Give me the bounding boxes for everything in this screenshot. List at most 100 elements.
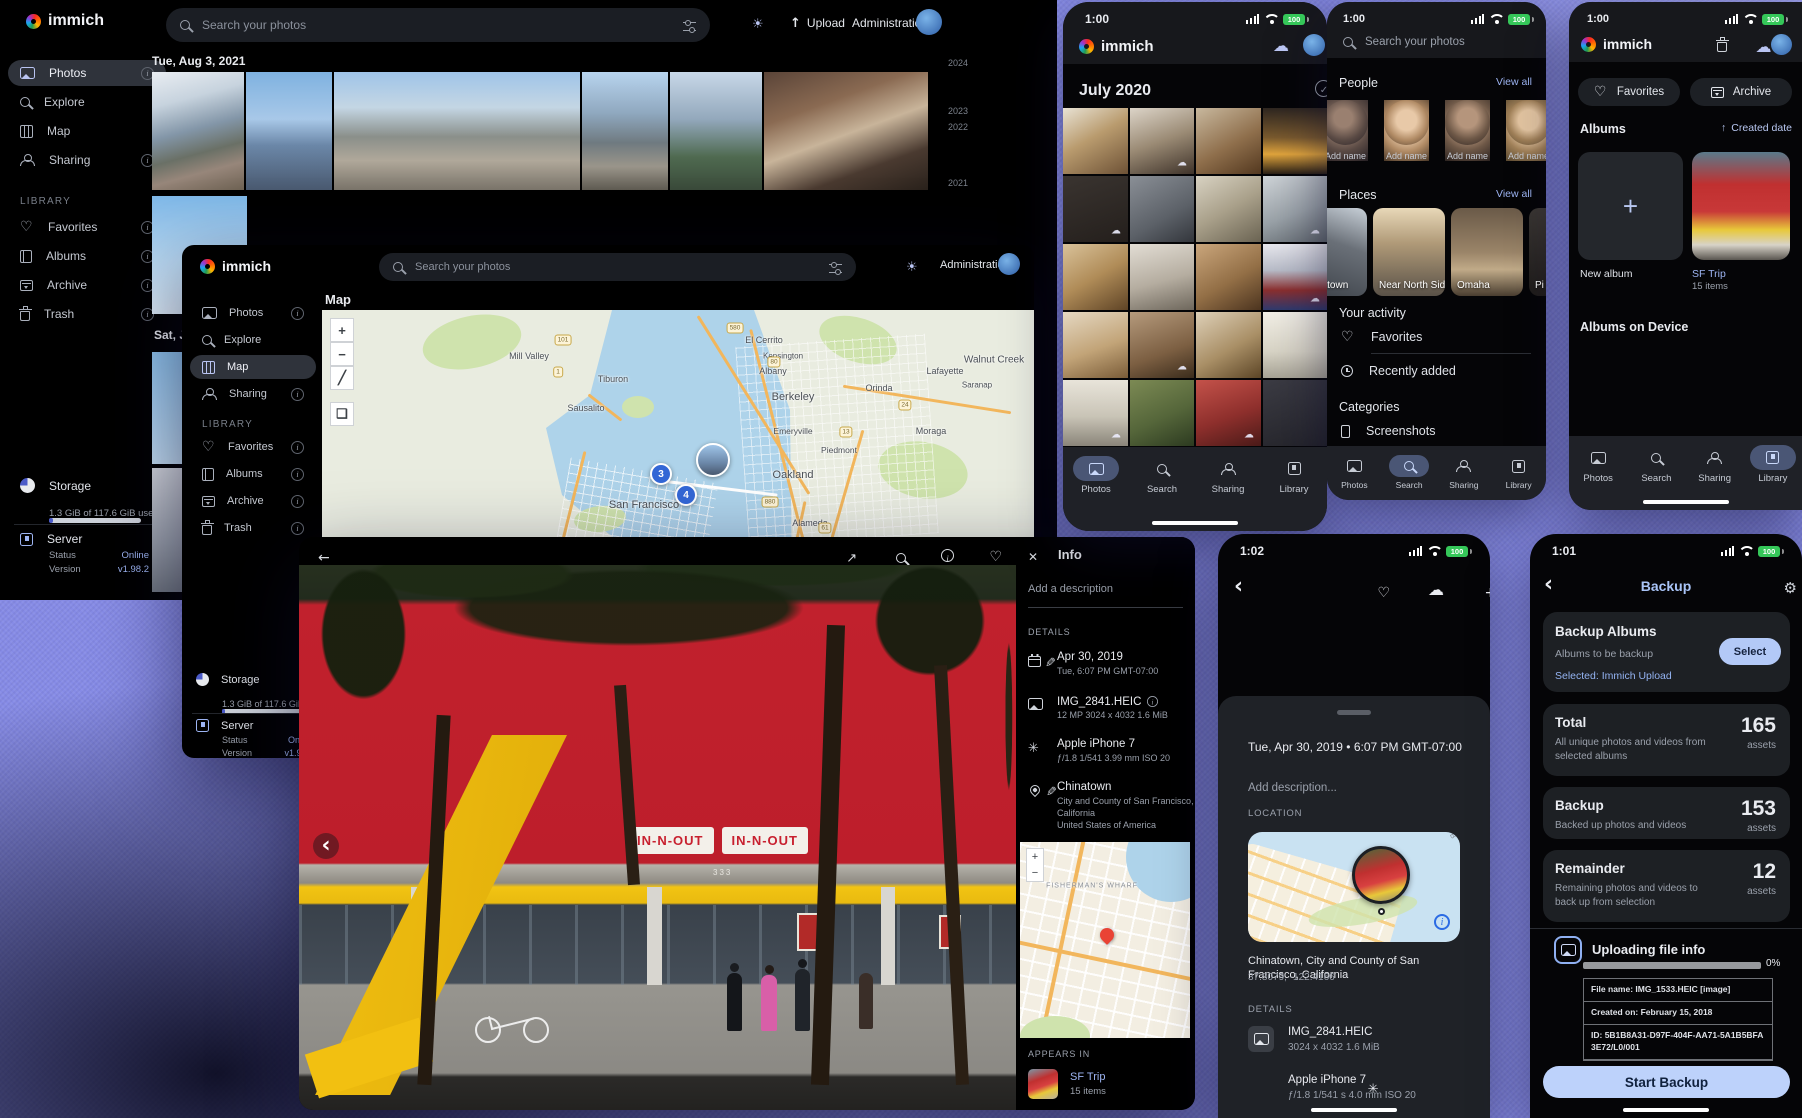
- favorite-icon[interactable]: [989, 549, 1003, 563]
- avatar[interactable]: [998, 253, 1020, 275]
- places-view-all-link[interactable]: View all: [1496, 188, 1532, 200]
- photo-thumbnail[interactable]: [334, 72, 580, 190]
- nav-item[interactable]: Photos: [1073, 456, 1119, 495]
- sort-created-date[interactable]: ↑ Created date: [1721, 122, 1792, 134]
- photo-tile[interactable]: [1130, 244, 1195, 310]
- edit-location-pencil-icon[interactable]: [1046, 784, 1057, 800]
- file-info-icon[interactable]: [1147, 696, 1158, 707]
- favorites-button[interactable]: Favorites: [1578, 78, 1680, 106]
- theme-toggle-sun-icon[interactable]: [906, 259, 918, 275]
- map-control-button[interactable]: ╱: [330, 366, 354, 390]
- sidebar-item[interactable]: Archive i: [190, 489, 316, 513]
- photo-tile[interactable]: [1130, 176, 1195, 242]
- start-backup-button[interactable]: Start Backup: [1543, 1066, 1790, 1098]
- nav-item[interactable]: Sharing: [1692, 445, 1738, 484]
- sidebar-item[interactable]: Photos i: [190, 301, 316, 325]
- photo-tile[interactable]: [1130, 380, 1195, 446]
- search-input[interactable]: Search your photos: [166, 8, 710, 42]
- settings-gear-icon[interactable]: [1784, 581, 1797, 597]
- search-input[interactable]: Search your photos: [1343, 36, 1465, 48]
- sidebar-item[interactable]: Map: [190, 355, 316, 379]
- nav-item[interactable]: Photos: [1334, 455, 1374, 490]
- place-tile[interactable]: Near North Side: [1373, 208, 1445, 296]
- select-button[interactable]: Select: [1719, 638, 1781, 665]
- photo-thumbnail[interactable]: [582, 72, 668, 190]
- map-settings-gear-icon[interactable]: [322, 321, 323, 337]
- map-cluster-marker[interactable]: 3: [650, 463, 672, 485]
- photo-tile[interactable]: [1063, 312, 1128, 378]
- info-icon[interactable]: [941, 549, 954, 562]
- place-tile[interactable]: Chinatown: [1327, 208, 1367, 296]
- nav-item[interactable]: Search: [1139, 456, 1185, 495]
- add-name-label[interactable]: Add name: [1327, 151, 1368, 161]
- home-indicator[interactable]: [1152, 521, 1238, 525]
- filter-icon[interactable]: [683, 22, 696, 31]
- sidebar-item[interactable]: Favorites i: [190, 435, 316, 459]
- description-input[interactable]: Add a description: [1028, 583, 1113, 595]
- album-tile-sf-trip[interactable]: [1692, 152, 1790, 260]
- home-indicator[interactable]: [1311, 1108, 1397, 1112]
- nav-item[interactable]: Library: [1271, 456, 1317, 495]
- photo-tile[interactable]: [1196, 176, 1261, 242]
- map-control-button[interactable]: +: [330, 318, 354, 342]
- people-view-all-link[interactable]: View all: [1496, 76, 1532, 88]
- immich-logo[interactable]: immich: [200, 258, 271, 274]
- photo-tile[interactable]: [1130, 108, 1195, 174]
- nav-item[interactable]: Library: [1499, 455, 1539, 490]
- face-item[interactable]: Add name: [1506, 100, 1546, 161]
- sidebar-item[interactable]: Map: [8, 118, 166, 144]
- avatar[interactable]: [1303, 34, 1325, 56]
- photo-tile[interactable]: [1063, 176, 1128, 242]
- sidebar-item[interactable]: Explore: [190, 328, 316, 352]
- immich-logo[interactable]: immich: [26, 12, 104, 30]
- photo-thumbnail[interactable]: [152, 72, 244, 190]
- share-icon[interactable]: [846, 550, 857, 566]
- nav-item[interactable]: Search: [1633, 445, 1679, 484]
- home-indicator[interactable]: [1623, 1108, 1709, 1112]
- photo-tile[interactable]: [1263, 380, 1328, 446]
- cloud-download-icon[interactable]: [1428, 582, 1444, 599]
- sidebar-item[interactable]: Archive i: [8, 272, 166, 298]
- back-icon[interactable]: [318, 550, 330, 566]
- sidebar-item[interactable]: Sharing i: [190, 382, 316, 406]
- add-icon[interactable]: [1484, 585, 1490, 601]
- photo-thumbnail[interactable]: [764, 72, 928, 190]
- sidebar-item[interactable]: Favorites i: [8, 214, 166, 240]
- cloud-sync-icon[interactable]: [1273, 38, 1289, 55]
- nav-item[interactable]: Sharing: [1205, 456, 1251, 495]
- album-name-link[interactable]: SF Trip: [1070, 1071, 1106, 1083]
- face-item[interactable]: Add name: [1384, 100, 1429, 161]
- close-icon[interactable]: [1028, 549, 1038, 565]
- carousel-prev-button[interactable]: [313, 833, 339, 859]
- screenshots-row[interactable]: Screenshots: [1341, 424, 1435, 438]
- nav-item[interactable]: Library: [1750, 445, 1796, 484]
- photo-tile[interactable]: [1196, 312, 1261, 378]
- map-photo-marker[interactable]: [696, 443, 730, 477]
- map-attribution-info-icon[interactable]: i: [1434, 914, 1450, 930]
- sidebar-item[interactable]: Trash i: [8, 301, 166, 327]
- photo-tile[interactable]: [1263, 312, 1328, 378]
- photo-tile[interactable]: [1130, 312, 1195, 378]
- favorites-row[interactable]: Favorites: [1341, 330, 1422, 344]
- add-name-label[interactable]: Add name: [1384, 151, 1429, 161]
- photo-thumbnail[interactable]: [670, 72, 762, 190]
- map-fullscreen-button[interactable]: ❏: [330, 402, 354, 426]
- map-cluster-marker[interactable]: 4: [675, 484, 697, 506]
- face-item[interactable]: Add name: [1445, 100, 1490, 161]
- map-control-button[interactable]: −: [330, 342, 354, 366]
- sidebar-item[interactable]: Trash i: [190, 516, 316, 540]
- trash-icon[interactable]: [1717, 42, 1727, 52]
- appears-in-album[interactable]: SF Trip 15 items: [1028, 1069, 1106, 1099]
- photo-innout[interactable]: IN-N-OUT IN-N-OUT 333: [299, 565, 1016, 1110]
- sidebar-item[interactable]: Sharing i: [8, 147, 166, 173]
- recently-added-row[interactable]: Recently added: [1341, 364, 1456, 378]
- sidebar-item[interactable]: Explore: [8, 89, 166, 115]
- photo-tile[interactable]: [1196, 244, 1261, 310]
- new-album-tile[interactable]: +: [1578, 152, 1683, 260]
- add-name-label[interactable]: Add name: [1445, 151, 1490, 161]
- zoom-icon[interactable]: [896, 553, 906, 563]
- sidebar-item[interactable]: Albums i: [8, 243, 166, 269]
- photo-tile[interactable]: [1196, 108, 1261, 174]
- edit-date-pencil-icon[interactable]: [1045, 655, 1056, 671]
- sidebar-item[interactable]: Photos i: [8, 60, 166, 86]
